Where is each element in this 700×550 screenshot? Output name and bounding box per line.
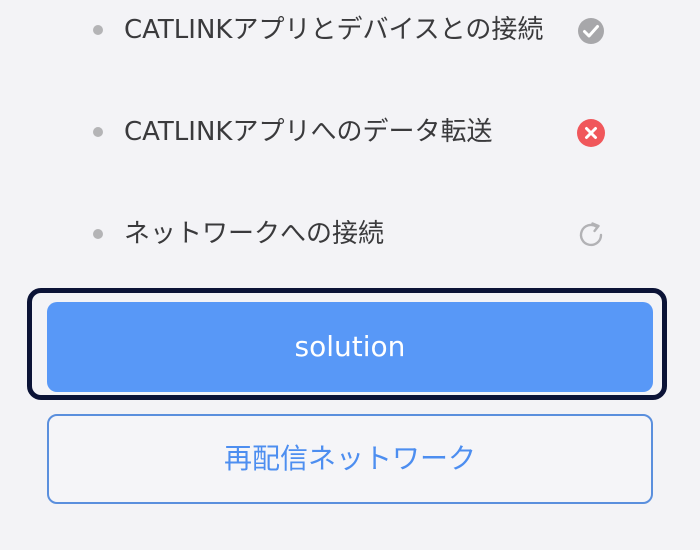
solution-button[interactable]: solution — [47, 302, 653, 392]
bullet-dot — [93, 127, 103, 137]
resend-network-button[interactable]: 再配信ネットワーク — [47, 414, 653, 504]
error-x-icon — [577, 119, 605, 147]
status-label: CATLINKアプリとデバイスとの接続 — [124, 15, 544, 45]
bullet-dot — [93, 25, 103, 35]
status-label: CATLINKアプリへのデータ転送 — [124, 117, 493, 147]
status-item-data-transfer: CATLINKアプリへのデータ転送 — [0, 102, 700, 162]
refresh-icon — [579, 222, 603, 247]
status-label: ネットワークへの接続 — [124, 219, 385, 249]
status-item-device-connection: CATLINKアプリとデバイスとの接続 — [0, 0, 700, 60]
connection-status-list: CATLINKアプリとデバイスとの接続 CATLINKアプリへのデータ転送 ネッ… — [0, 0, 700, 290]
status-item-network-connection: ネットワークへの接続 — [0, 204, 700, 264]
bullet-dot — [93, 229, 103, 239]
check-circle-icon — [578, 18, 604, 44]
